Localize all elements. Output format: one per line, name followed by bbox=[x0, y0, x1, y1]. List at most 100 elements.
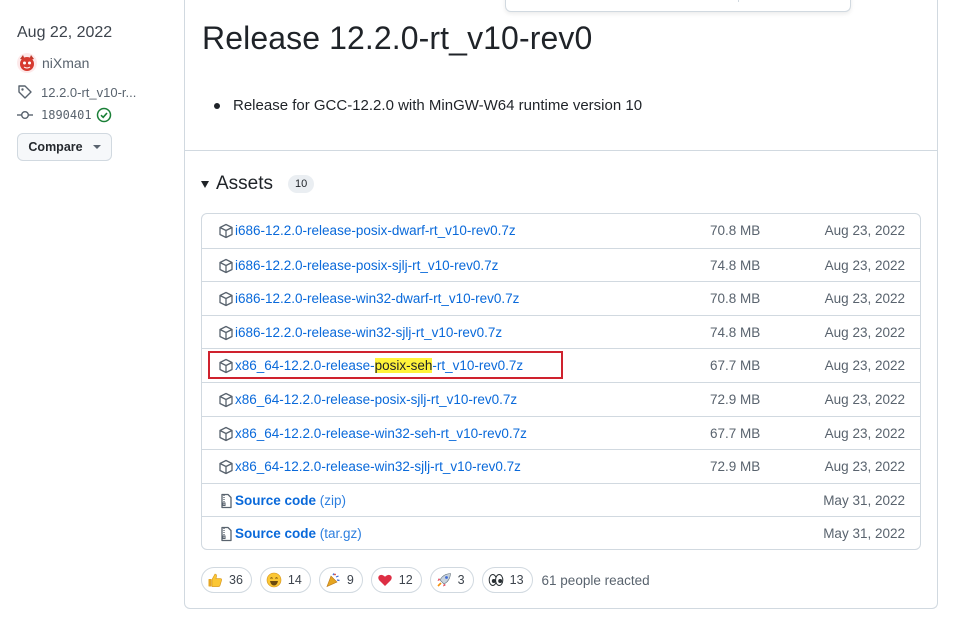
author-name[interactable]: niXman bbox=[42, 55, 89, 71]
verified-check-icon bbox=[96, 107, 111, 123]
reaction-count: 14 bbox=[287, 573, 302, 587]
assets-title[interactable]: Assets bbox=[216, 173, 273, 195]
asset-size: 74.8 MB bbox=[710, 257, 761, 273]
asset-size: 72.9 MB bbox=[710, 459, 761, 475]
asset-link[interactable]: x86_64-12.2.0-release-posix-sjlj-rt_v10-… bbox=[235, 392, 517, 407]
dropdown-popup bbox=[505, 0, 851, 12]
compare-button[interactable]: Compare bbox=[17, 133, 112, 161]
asset-link[interactable]: x86_64-12.2.0-release-win32-seh-rt_v10-r… bbox=[235, 426, 527, 441]
commit-sha[interactable]: 1890401 bbox=[41, 108, 92, 122]
asset-date: Aug 23, 2022 bbox=[824, 358, 905, 374]
asset-size: 67.7 MB bbox=[710, 425, 761, 441]
asset-link-suffix: -rt_v10-rev0.7z bbox=[432, 358, 524, 374]
asset-row-source: Source code (zip) May 31, 2022 bbox=[202, 482, 920, 517]
asset-row-source: Source code (tar.gz) May 31, 2022 bbox=[202, 516, 920, 549]
asset-row: i686-12.2.0-release-posix-sjlj-rt_v10-re… bbox=[202, 247, 920, 282]
reaction-rocket[interactable]: 3 bbox=[429, 567, 474, 593]
asset-row: x86_64-12.2.0-release-posix-sjlj-rt_v10-… bbox=[202, 381, 920, 416]
release-date: Aug 22, 2022 bbox=[17, 24, 113, 41]
heart-icon bbox=[378, 574, 392, 586]
assets-count-badge: 10 bbox=[288, 175, 315, 193]
release-sidebar: Aug 22, 2022 niXman 12.2.0-rt_v10-r... 1… bbox=[17, 22, 177, 161]
thumbs-up-icon bbox=[208, 573, 222, 587]
package-icon bbox=[219, 258, 233, 273]
package-icon bbox=[219, 460, 233, 475]
triangle-down-icon bbox=[201, 180, 209, 188]
reaction-count: 9 bbox=[346, 573, 354, 587]
bullet-icon bbox=[214, 102, 220, 109]
avatar[interactable] bbox=[17, 53, 37, 73]
asset-date: Aug 23, 2022 bbox=[824, 425, 905, 441]
asset-size: 67.7 MB bbox=[710, 358, 761, 374]
author[interactable]: niXman bbox=[17, 53, 177, 73]
file-zip-icon bbox=[221, 493, 232, 508]
commit-icon bbox=[17, 110, 33, 119]
asset-size: 70.8 MB bbox=[710, 223, 761, 238]
asset-link[interactable]: i686-12.2.0-release-win32-dwarf-rt_v10-r… bbox=[235, 291, 519, 306]
source-code-targz-link[interactable]: Source code (tar.gz) bbox=[235, 526, 362, 541]
asset-date: Aug 23, 2022 bbox=[824, 257, 905, 273]
tag-icon bbox=[18, 85, 32, 99]
release-note-item: Release for GCC-12.2.0 with MinGW-W64 ru… bbox=[233, 97, 643, 114]
asset-row: x86_64-12.2.0-release-win32-seh-rt_v10-r… bbox=[202, 415, 920, 450]
assets-list: i686-12.2.0-release-posix-dwarf-rt_v10-r… bbox=[201, 213, 921, 550]
assets-toggle[interactable]: Assets 10 bbox=[201, 172, 315, 196]
package-icon bbox=[219, 223, 233, 239]
laugh-icon bbox=[266, 572, 282, 588]
asset-row-highlighted: x86_64-12.2.0-release-posix-seh-rt_v10-r… bbox=[202, 348, 920, 382]
reaction-count: 12 bbox=[398, 573, 413, 587]
chevron-down-icon bbox=[92, 145, 101, 149]
asset-link[interactable]: x86_64-12.2.0-release-win32-sjlj-rt_v10-… bbox=[235, 459, 521, 474]
reaction-thumbs-up[interactable]: 36 bbox=[201, 567, 252, 593]
reaction-hooray[interactable]: 9 bbox=[318, 567, 363, 593]
reaction-heart[interactable]: 12 bbox=[370, 567, 422, 593]
commit-link[interactable]: 1890401 bbox=[17, 107, 177, 123]
source-code-format: (tar.gz) bbox=[319, 526, 362, 542]
asset-date: Aug 23, 2022 bbox=[824, 291, 905, 307]
asset-date: May 31, 2022 bbox=[823, 526, 905, 542]
tag-name[interactable]: 12.2.0-rt_v10-r... bbox=[41, 85, 136, 100]
reactions-summary: 61 people reacted bbox=[541, 572, 650, 588]
asset-row: i686-12.2.0-release-posix-dwarf-rt_v10-r… bbox=[202, 214, 920, 248]
hooray-icon bbox=[326, 573, 340, 588]
reaction-eyes[interactable]: 13 bbox=[481, 567, 533, 593]
asset-row: x86_64-12.2.0-release-win32-sjlj-rt_v10-… bbox=[202, 449, 920, 483]
reaction-count: 36 bbox=[229, 573, 243, 587]
asset-row: i686-12.2.0-release-win32-sjlj-rt_v10-re… bbox=[202, 314, 920, 349]
source-code-label: Source code bbox=[235, 526, 317, 542]
eyes-icon bbox=[488, 574, 503, 586]
source-code-label: Source code bbox=[235, 492, 317, 508]
source-code-format: (zip) bbox=[319, 492, 347, 508]
package-icon bbox=[219, 359, 233, 374]
reaction-laugh[interactable]: 14 bbox=[259, 567, 311, 593]
asset-date: Aug 23, 2022 bbox=[824, 324, 905, 340]
asset-link[interactable]: x86_64-12.2.0-release-posix-seh-rt_v10-r… bbox=[235, 358, 524, 374]
asset-date: Aug 23, 2022 bbox=[824, 223, 905, 238]
asset-size: 70.8 MB bbox=[710, 291, 761, 307]
file-zip-icon bbox=[221, 527, 232, 542]
release-notes: Release for GCC-12.2.0 with MinGW-W64 ru… bbox=[214, 97, 642, 114]
reaction-count: 3 bbox=[457, 573, 465, 587]
package-icon bbox=[219, 392, 233, 408]
reactions-bar: 36 14 9 12 3 13 61 people reacted bbox=[201, 567, 650, 593]
compare-label: Compare bbox=[28, 140, 83, 154]
release-title[interactable]: Release 12.2.0-rt_v10-rev0 bbox=[202, 20, 592, 57]
search-highlight: posix-seh bbox=[374, 358, 433, 374]
rocket-icon bbox=[437, 573, 451, 587]
asset-link-prefix: x86_64-12.2.0-release- bbox=[235, 358, 375, 374]
asset-date: May 31, 2022 bbox=[823, 492, 905, 508]
asset-size: 74.8 MB bbox=[710, 324, 761, 340]
reaction-count: 13 bbox=[509, 573, 524, 587]
package-icon bbox=[219, 426, 233, 441]
package-icon bbox=[219, 292, 233, 307]
asset-link[interactable]: i686-12.2.0-release-posix-dwarf-rt_v10-r… bbox=[235, 223, 516, 238]
asset-date: Aug 23, 2022 bbox=[824, 391, 905, 407]
asset-date: Aug 23, 2022 bbox=[824, 459, 905, 475]
tag-link[interactable]: 12.2.0-rt_v10-r... bbox=[17, 84, 177, 100]
source-code-zip-link[interactable]: Source code (zip) bbox=[235, 493, 346, 508]
package-icon bbox=[219, 325, 233, 340]
divider bbox=[185, 150, 937, 151]
asset-link[interactable]: i686-12.2.0-release-win32-sjlj-rt_v10-re… bbox=[235, 325, 502, 340]
asset-row: i686-12.2.0-release-win32-dwarf-rt_v10-r… bbox=[202, 281, 920, 315]
asset-link[interactable]: i686-12.2.0-release-posix-sjlj-rt_v10-re… bbox=[235, 258, 498, 273]
